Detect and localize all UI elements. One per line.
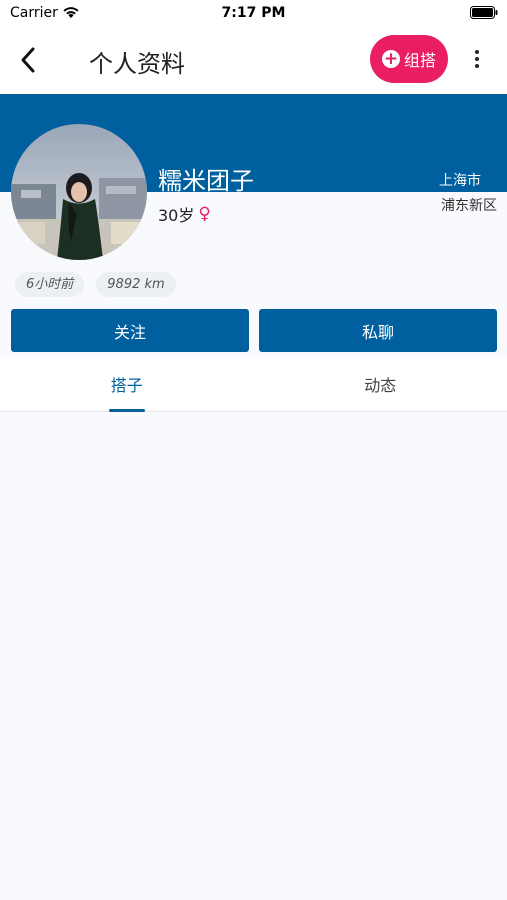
nickname: 糯米团子 — [158, 167, 254, 195]
more-dot — [475, 57, 479, 61]
avatar[interactable] — [11, 124, 147, 260]
profile-screen: Carrier 7:17 PM 个人资料 + 组搭 糯米团子 30岁 ♀ 上海市… — [0, 0, 507, 900]
avatar-photo — [11, 124, 147, 260]
follow-button[interactable]: 关注 — [11, 309, 249, 352]
status-time: 7:17 PM — [221, 5, 286, 21]
district-label: 浦东新区 — [441, 198, 497, 214]
battery-icon — [470, 6, 498, 19]
chevron-left-icon — [21, 47, 35, 73]
more-options-button[interactable] — [466, 46, 488, 72]
nav-bar: 个人资料 + 组搭 — [0, 30, 507, 94]
create-group-label: 组搭 — [403, 51, 436, 70]
tab-moments-label: 动态 — [364, 376, 397, 395]
distance-chip: 9892 km — [96, 272, 176, 297]
tab-partners[interactable]: 搭子 — [0, 359, 254, 412]
age-label: 30岁 — [158, 206, 195, 225]
profile-tabs: 搭子 动态 — [0, 359, 507, 412]
more-dots-icon — [475, 50, 479, 54]
tab-content-area — [0, 412, 507, 900]
page-title: 个人资料 — [89, 50, 185, 78]
plus-circle-icon: + — [381, 49, 400, 69]
tab-moments[interactable]: 动态 — [254, 359, 507, 411]
message-button[interactable]: 私聊 — [259, 309, 497, 352]
more-dot — [475, 64, 479, 68]
status-bar: Carrier 7:17 PM — [0, 0, 507, 30]
create-group-button[interactable]: + 组搭 — [370, 35, 448, 83]
age-gender-row: 30岁 ♀ — [158, 202, 211, 226]
info-chips: 6小时前 9892 km — [15, 272, 176, 297]
city-label: 上海市 — [439, 173, 481, 189]
last-active-chip: 6小时前 — [15, 272, 85, 297]
action-row: 关注 私聊 — [11, 309, 497, 352]
tab-partners-label: 搭子 — [110, 376, 143, 395]
female-icon: ♀ — [198, 204, 211, 224]
back-button[interactable] — [12, 44, 44, 76]
